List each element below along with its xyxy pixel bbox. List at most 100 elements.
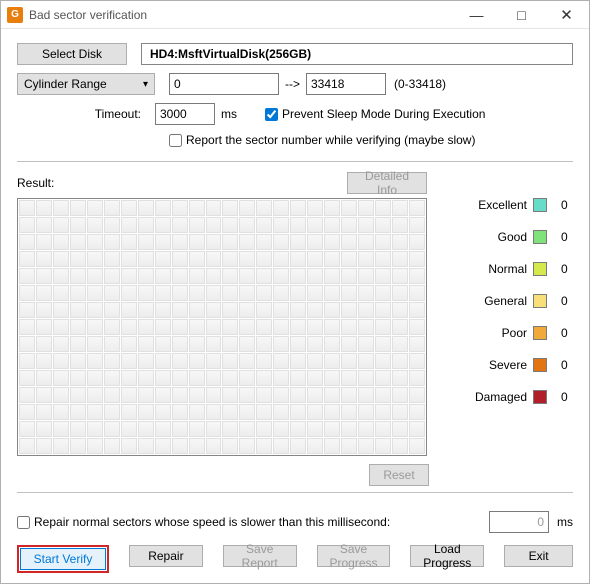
save-progress-button[interactable]: Save Progress [317,545,391,567]
sector-cell [290,370,306,386]
sector-cell [172,319,188,335]
sector-cell [189,319,205,335]
sector-cell [121,370,137,386]
sector-cell [172,234,188,250]
repair-option-checkbox[interactable]: Repair normal sectors whose speed is slo… [17,515,390,529]
sector-cell [392,353,408,369]
sector-cell [87,353,103,369]
sector-cell [324,302,340,318]
sector-cell [222,336,238,352]
sector-cell [239,200,255,216]
sector-cell [121,302,137,318]
chevron-down-icon: ▾ [143,79,148,90]
close-button[interactable]: ✕ [544,1,589,28]
timeout-input[interactable] [155,103,215,125]
sector-cell [121,438,137,454]
range-end-input[interactable] [306,73,386,95]
sector-cell [392,217,408,233]
exit-button[interactable]: Exit [504,545,573,567]
sector-cell [341,353,357,369]
sector-cell [172,302,188,318]
sector-cell [104,302,120,318]
sector-cell [256,421,272,437]
sector-cell [341,438,357,454]
sector-cell [53,200,69,216]
sector-cell [87,234,103,250]
prevent-sleep-label: Prevent Sleep Mode During Execution [282,107,485,121]
legend-row-excellent: Excellent0 [445,198,573,212]
start-verify-button[interactable]: Start Verify [20,548,106,570]
repair-ms-input [489,511,549,533]
sector-cell [375,353,391,369]
sector-cell [375,217,391,233]
sector-cell [341,200,357,216]
sector-cell [206,285,222,301]
sector-cell [121,319,137,335]
legend-row-normal: Normal0 [445,262,573,276]
sector-cell [341,404,357,420]
sector-cell [155,302,171,318]
maximize-button[interactable]: □ [499,1,544,28]
sector-cell [189,404,205,420]
sector-cell [375,200,391,216]
sector-cell [138,353,154,369]
sector-cell [409,319,425,335]
sector-cell [358,421,374,437]
sector-cell [155,438,171,454]
button-row: Start Verify Repair Save Report Save Pro… [17,545,573,573]
sector-cell [239,285,255,301]
sector-cell [36,370,52,386]
sector-cell [375,370,391,386]
titlebar: G Bad sector verification — □ ✕ [1,1,589,29]
range-start-input[interactable] [169,73,279,95]
sector-cell [222,217,238,233]
reset-button[interactable]: Reset [369,464,429,486]
sector-cell [53,387,69,403]
legend-row-poor: Poor0 [445,326,573,340]
sector-cell [358,319,374,335]
minimize-button[interactable]: — [454,1,499,28]
sector-cell [121,268,137,284]
result-label: Result: [17,176,54,190]
repair-button[interactable]: Repair [129,545,203,567]
sector-cell [324,438,340,454]
sector-cell [53,421,69,437]
sector-cell [155,336,171,352]
sector-cell [104,285,120,301]
sector-cell [358,302,374,318]
report-sector-label: Report the sector number while verifying… [186,133,475,147]
sector-cell [53,404,69,420]
sector-cell [53,285,69,301]
sector-cell [290,353,306,369]
sector-cell [392,336,408,352]
sector-cell [409,438,425,454]
sector-cell [256,370,272,386]
sector-cell [172,438,188,454]
sector-cell [239,438,255,454]
sector-cell [273,370,289,386]
prevent-sleep-input[interactable] [265,108,278,121]
sector-cell [189,251,205,267]
save-report-button[interactable]: Save Report [223,545,297,567]
sector-cell [155,268,171,284]
sector-cell [172,404,188,420]
sector-cell [138,336,154,352]
sector-cell [273,438,289,454]
select-disk-button[interactable]: Select Disk [17,43,127,65]
sector-cell [206,421,222,437]
sector-cell [189,421,205,437]
detailed-info-button[interactable]: Detailed Info [347,172,427,194]
load-progress-button[interactable]: Load Progress [410,545,484,567]
sector-cell [341,285,357,301]
sector-cell [358,353,374,369]
prevent-sleep-checkbox[interactable]: Prevent Sleep Mode During Execution [265,107,485,121]
range-mode-select[interactable]: Cylinder Range ▾ [17,73,155,95]
sector-cell [172,387,188,403]
repair-option-input[interactable] [17,516,30,529]
sector-cell [239,234,255,250]
sector-cell [341,319,357,335]
sector-cell [239,268,255,284]
report-sector-input[interactable] [169,134,182,147]
sector-cell [239,421,255,437]
report-sector-checkbox[interactable]: Report the sector number while verifying… [169,133,475,147]
